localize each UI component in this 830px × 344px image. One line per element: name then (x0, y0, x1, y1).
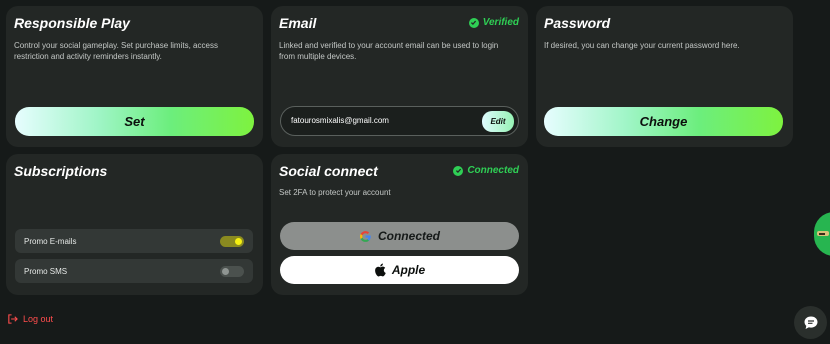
subscription-row-promo-sms: Promo SMS (15, 259, 253, 283)
email-value: fatourosmixalis@gmail.com (291, 116, 389, 125)
subscriptions-title: Subscriptions (14, 163, 108, 179)
password-card: Password If desired, you can change your… (536, 6, 793, 147)
toggle-knob (222, 268, 229, 275)
social-status-label: Connected (467, 165, 519, 176)
responsible-play-title: Responsible Play (14, 15, 130, 31)
email-status-badge: Verified (468, 17, 519, 28)
check-circle-icon (453, 165, 464, 176)
email-field[interactable]: fatourosmixalis@gmail.com Edit (280, 106, 519, 136)
google-connect-label: Connected (377, 229, 440, 243)
password-description: If desired, you can change your current … (544, 41, 740, 50)
social-status-badge: Connected (453, 165, 519, 176)
email-description: Linked and verified to your account emai… (279, 41, 499, 61)
email-card: Email Verified Linked and verified to yo… (271, 6, 528, 147)
subscription-row-promo-emails: Promo E-mails (15, 229, 253, 253)
edit-email-button[interactable]: Edit (482, 111, 514, 132)
responsible-play-card: Responsible Play Control your social gam… (6, 6, 263, 147)
promo-emails-toggle[interactable] (220, 236, 244, 247)
social-connect-title: Social connect (279, 163, 378, 179)
chat-button[interactable] (794, 306, 827, 339)
google-icon (359, 230, 372, 243)
subscriptions-card: Subscriptions Promo E-mails Promo SMS (6, 154, 263, 295)
password-title: Password (544, 15, 611, 31)
social-connect-card: Social connect Connected Set 2FA to prot… (271, 154, 528, 295)
check-circle-icon (468, 17, 479, 28)
promo-sms-label: Promo SMS (24, 267, 68, 276)
promo-emails-label: Promo E-mails (24, 237, 77, 246)
toggle-knob (235, 238, 242, 245)
chat-icon (803, 315, 819, 331)
logout-icon (7, 313, 18, 325)
apple-connect-button[interactable]: Apple (280, 256, 519, 284)
change-password-button[interactable]: Change (544, 107, 783, 136)
apple-icon (374, 263, 386, 277)
promo-widget[interactable] (814, 212, 830, 256)
email-title: Email (279, 15, 317, 31)
apple-connect-label: Apple (391, 263, 426, 277)
promo-sms-toggle[interactable] (220, 266, 244, 277)
google-connect-button[interactable]: Connected (280, 222, 519, 250)
social-connect-description: Set 2FA to protect your account (279, 188, 391, 197)
responsible-play-description: Control your social gameplay. Set purcha… (14, 41, 218, 61)
email-status-label: Verified (482, 17, 519, 28)
logout-label: Log out (23, 314, 54, 324)
logout-button[interactable]: Log out (7, 313, 53, 325)
set-button[interactable]: Set (15, 107, 254, 136)
